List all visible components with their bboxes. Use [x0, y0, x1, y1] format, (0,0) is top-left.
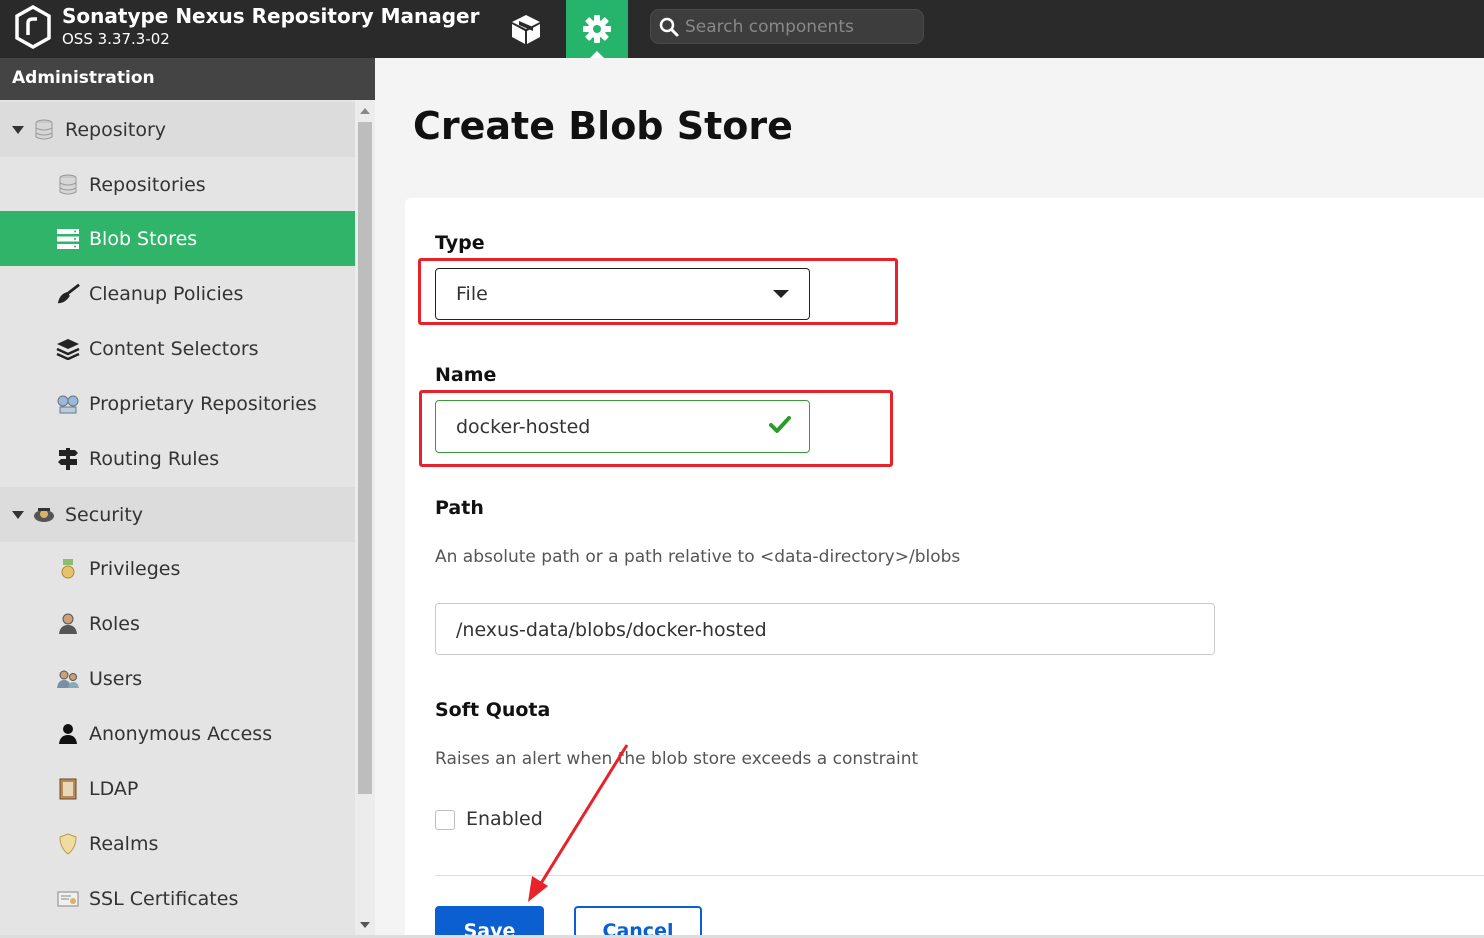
search-input[interactable]: [685, 14, 915, 39]
users-icon: [56, 667, 80, 691]
sidebar-item-anonymous-access[interactable]: Anonymous Access: [0, 706, 355, 761]
sidebar-item-label: Cleanup Policies: [89, 282, 244, 305]
nexus-logo-icon[interactable]: [14, 5, 52, 49]
sidebar-item-realms[interactable]: Realms: [0, 816, 355, 871]
sidebar-item-proprietary-repositories[interactable]: Proprietary Repositories: [0, 376, 355, 431]
search-icon: [659, 17, 679, 37]
app-title: Sonatype Nexus Repository Manager: [62, 4, 480, 28]
cube-icon: [512, 15, 540, 44]
enabled-label[interactable]: Enabled: [466, 808, 543, 830]
expand-triangle-icon[interactable]: [12, 126, 24, 134]
gear-icon: [583, 15, 611, 43]
enabled-checkbox[interactable]: [435, 810, 455, 830]
sidebar-item-label: Repository: [65, 118, 167, 141]
annotation-highlight-type: [418, 258, 898, 325]
scroll-up-arrow-icon[interactable]: [360, 108, 370, 114]
database-icon: [56, 173, 80, 197]
sidebar-item-privileges[interactable]: Privileges: [0, 541, 355, 596]
sidebar-item-repositories[interactable]: Repositories: [0, 157, 355, 212]
annotation-highlight-name: [419, 390, 893, 467]
sidebar-item-label: Anonymous Access: [89, 722, 273, 745]
scroll-thumb[interactable]: [358, 122, 372, 794]
user-icon: [56, 722, 80, 746]
top-bar: Sonatype Nexus Repository Manager OSS 3.…: [0, 0, 1484, 58]
book-icon: [56, 777, 80, 801]
certificate-icon: [56, 887, 80, 911]
path-label: Path: [435, 497, 484, 519]
sidebar-item-label: SSL Certificates: [89, 887, 239, 910]
path-field[interactable]: [435, 603, 1215, 655]
name-label: Name: [435, 364, 497, 386]
sidebar-item-ssl-certificates[interactable]: SSL Certificates: [0, 871, 355, 926]
database-icon: [32, 118, 56, 142]
sidebar-item-users[interactable]: Users: [0, 651, 355, 706]
sidebar-title: Administration: [0, 58, 375, 100]
page-title: Create Blob Store: [413, 104, 793, 148]
sidebar-scrollbar[interactable]: [355, 100, 375, 938]
sidebar-item-routing-rules[interactable]: Routing Rules: [0, 431, 355, 486]
soft-quota-label: Soft Quota: [435, 699, 551, 721]
sidebar-item-label: Proprietary Repositories: [89, 392, 317, 415]
shield-icon: [56, 832, 80, 856]
medal-icon: [56, 557, 80, 581]
network-icon: [56, 392, 80, 416]
cancel-button[interactable]: Cancel: [574, 906, 702, 938]
layers-icon: [56, 337, 80, 361]
sidebar-item-label: Routing Rules: [89, 447, 220, 470]
sidebar-item-blob-stores[interactable]: Blob Stores: [0, 211, 355, 266]
server-icon: [56, 227, 80, 251]
sidebar-item-label: Security: [65, 503, 144, 526]
sidebar-item-label: LDAP: [89, 777, 139, 800]
active-indicator: [590, 51, 604, 58]
sidebar-item-label: Content Selectors: [89, 337, 259, 360]
expand-triangle-icon[interactable]: [12, 511, 24, 519]
broom-icon: [56, 282, 80, 306]
sidebar-item-roles[interactable]: Roles: [0, 596, 355, 651]
type-label: Type: [435, 232, 485, 254]
sidebar-item-cleanup-policies[interactable]: Cleanup Policies: [0, 266, 355, 321]
sidebar-item-label: Roles: [89, 612, 140, 635]
form-divider: [435, 875, 1484, 876]
sidebar-item-label: Privileges: [89, 557, 181, 580]
search-box[interactable]: [650, 9, 924, 44]
browse-button[interactable]: [496, 0, 556, 58]
scroll-down-arrow-icon[interactable]: [360, 922, 370, 928]
sidebar-item-content-selectors[interactable]: Content Selectors: [0, 321, 355, 376]
sidebar-item-label: Repositories: [89, 173, 206, 196]
soft-quota-help-text: Raises an alert when the blob store exce…: [435, 749, 919, 769]
role-icon: [56, 612, 80, 636]
security-icon: [32, 503, 56, 527]
app-version: OSS 3.37.3-02: [62, 30, 170, 48]
sidebar-group-repository[interactable]: Repository: [0, 102, 355, 157]
sidebar-item-ldap[interactable]: LDAP: [0, 761, 355, 816]
path-help-text: An absolute path or a path relative to <…: [435, 547, 961, 567]
administration-button[interactable]: [566, 0, 628, 58]
sidebar-item-label: Blob Stores: [89, 227, 198, 250]
sidebar-item-label: Realms: [89, 832, 159, 855]
sidebar: Repository Repositories Blob Stores Clea…: [0, 100, 355, 938]
sidebar-group-security[interactable]: Security: [0, 487, 355, 542]
signpost-icon: [56, 447, 80, 471]
path-input[interactable]: [456, 617, 1196, 643]
save-button[interactable]: Save: [435, 906, 544, 938]
sidebar-item-label: Users: [89, 667, 143, 690]
